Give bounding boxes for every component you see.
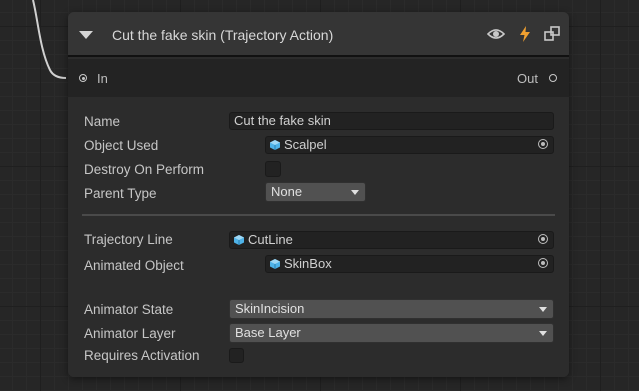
animator-state-label: Animator State — [84, 302, 174, 317]
destroy-on-perform-label: Destroy On Perform — [84, 162, 205, 177]
animated-object-value: SkinBox — [284, 256, 332, 271]
node-title: Cut the fake skin (Trajectory Action) — [112, 27, 334, 43]
object-picker-icon[interactable] — [538, 258, 548, 268]
object-picker-icon[interactable] — [538, 139, 548, 149]
chevron-down-icon — [539, 307, 547, 312]
node-body: Name Cut the fake skin Object Used Scalp… — [68, 97, 569, 377]
cube-icon — [270, 259, 280, 269]
animated-object-label: Animated Object — [84, 258, 184, 273]
node-header[interactable]: Cut the fake skin (Trajectory Action) — [68, 12, 569, 57]
name-label: Name — [84, 114, 121, 129]
object-used-value: Scalpel — [284, 137, 327, 152]
name-field[interactable]: Cut the fake skin — [229, 112, 554, 130]
link-node-icon[interactable] — [543, 25, 561, 43]
object-used-label: Object Used — [84, 138, 159, 153]
in-port[interactable] — [79, 74, 87, 82]
object-used-field[interactable]: Scalpel — [265, 136, 554, 154]
cube-icon — [234, 235, 244, 245]
animator-layer-dropdown[interactable]: Base Layer — [229, 323, 554, 343]
eye-icon[interactable] — [487, 25, 505, 43]
name-value: Cut the fake skin — [234, 113, 331, 128]
in-port-label: In — [97, 71, 108, 86]
animator-layer-value: Base Layer — [235, 325, 301, 340]
trajectory-line-field[interactable]: CutLine — [229, 231, 554, 249]
requires-activation-label: Requires Activation — [84, 348, 200, 363]
cube-icon — [270, 140, 280, 150]
out-port[interactable] — [549, 74, 557, 82]
animator-state-value: SkinIncision — [235, 301, 305, 316]
animator-layer-label: Animator Layer — [84, 326, 176, 341]
parent-type-dropdown[interactable]: None — [265, 182, 366, 202]
object-picker-icon[interactable] — [538, 234, 548, 244]
chevron-down-icon — [351, 190, 359, 195]
ports-row: In Out — [68, 59, 569, 97]
animated-object-field[interactable]: SkinBox — [265, 255, 554, 273]
animator-state-dropdown[interactable]: SkinIncision — [229, 299, 554, 319]
trajectory-action-node[interactable]: Cut the fake skin (Trajectory Action) In… — [68, 12, 569, 377]
trajectory-line-label: Trajectory Line — [84, 232, 173, 247]
parent-type-label: Parent Type — [84, 186, 157, 201]
chevron-down-icon — [539, 331, 547, 336]
out-port-label: Out — [517, 71, 538, 86]
trajectory-line-value: CutLine — [248, 232, 293, 247]
destroy-on-perform-checkbox[interactable] — [265, 161, 281, 177]
section-divider — [82, 214, 555, 216]
parent-type-value: None — [271, 184, 303, 199]
lightning-icon[interactable] — [516, 25, 534, 43]
requires-activation-checkbox[interactable] — [229, 348, 244, 363]
collapse-toggle-icon[interactable] — [79, 31, 93, 39]
